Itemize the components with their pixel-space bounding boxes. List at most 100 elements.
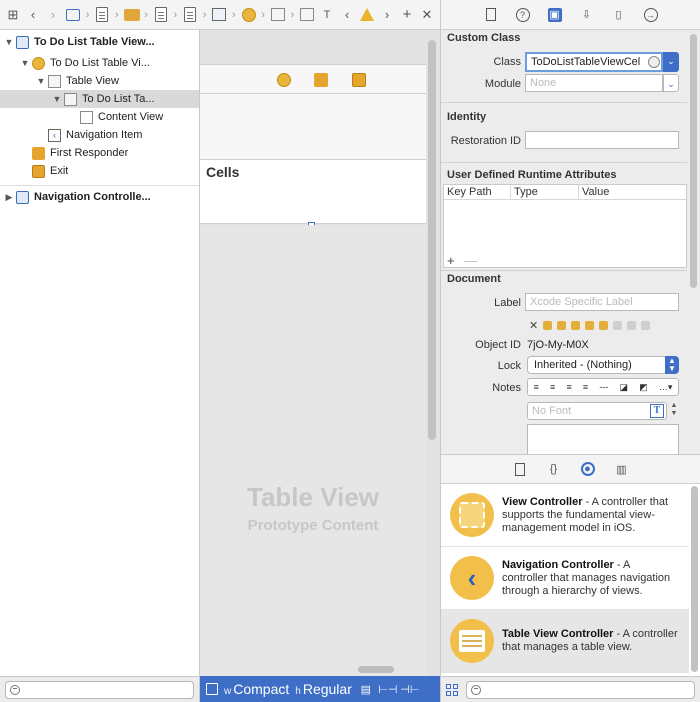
document-label-field[interactable]: Xcode Specific Label — [525, 293, 679, 311]
exit-icon[interactable] — [352, 73, 366, 87]
expand-box-icon[interactable]: ◩ — [639, 382, 648, 393]
size-inspector-icon[interactable]: ▯ — [612, 8, 626, 22]
forward-button[interactable]: › — [44, 4, 62, 26]
layout-icon[interactable] — [206, 683, 218, 695]
back-button-2[interactable]: ‹ — [338, 4, 356, 26]
inspector-scrollbar[interactable] — [690, 34, 697, 288]
font-field[interactable]: No Font T — [527, 402, 667, 420]
attributes-inspector-icon[interactable]: ⇩ — [580, 8, 594, 22]
related-items-icon[interactable]: ⊞ — [4, 4, 22, 26]
scene-icon[interactable] — [210, 4, 228, 26]
outline-item-navigation-item[interactable]: ‹ Navigation Item — [0, 126, 199, 144]
separator-icon[interactable]: --- — [599, 382, 608, 392]
warning-icon[interactable] — [358, 4, 376, 26]
udra-col-key-path[interactable]: Key Path — [444, 185, 511, 199]
first-responder-icon[interactable] — [314, 73, 328, 87]
library-item-table-view-controller[interactable]: Table View Controller - A controller tha… — [441, 610, 689, 673]
folder-icon[interactable] — [123, 4, 141, 26]
grid-view-icon[interactable] — [446, 683, 458, 696]
library-item-navigation-controller[interactable]: ‹ Navigation Controller - A controller t… — [441, 547, 689, 610]
restoration-id-field[interactable] — [525, 131, 679, 149]
color-swatch[interactable] — [599, 321, 609, 330]
align-right-icon[interactable]: ≡ — [566, 382, 571, 392]
outline-item-navigation-controller[interactable]: ▶ Navigation Controlle... — [0, 188, 199, 206]
color-swatch[interactable] — [641, 321, 651, 330]
color-swatch[interactable] — [543, 321, 553, 330]
resolve-icon[interactable]: ⊣⊢ — [400, 683, 419, 696]
object-library-icon[interactable]: ● — [580, 462, 595, 476]
outline-item-exit[interactable]: Exit — [0, 162, 199, 180]
pin-icon[interactable]: ⊢⊣ — [378, 683, 397, 696]
library-filter-input[interactable] — [466, 680, 695, 699]
udra-col-type[interactable]: Type — [511, 185, 579, 199]
outline-filter-input[interactable] — [5, 680, 194, 699]
color-swatch[interactable] — [557, 321, 567, 330]
stack-icon[interactable]: ▤ — [358, 683, 374, 696]
disclosure-triangle-icon[interactable]: ▼ — [52, 94, 62, 104]
back-button[interactable]: ‹ — [24, 4, 42, 26]
table-view-icon[interactable] — [269, 4, 287, 26]
view-controller-icon[interactable] — [277, 73, 291, 87]
connections-inspector-icon[interactable]: → — [643, 7, 658, 22]
outline-item-content-view[interactable]: Content View — [0, 108, 199, 126]
media-library-icon[interactable]: ▥ — [615, 462, 629, 476]
file-icon[interactable] — [93, 4, 111, 26]
file-icon[interactable] — [181, 4, 199, 26]
close-editor-icon[interactable]: ✕ — [418, 4, 436, 26]
class-dropdown-button[interactable]: ⌄ — [663, 52, 679, 72]
storyboard-canvas[interactable]: Cells Table View Prototype Content — [200, 30, 440, 676]
file-template-library-icon[interactable] — [513, 462, 527, 476]
class-navigate-icon[interactable] — [648, 56, 660, 68]
outline-item-table-cell[interactable]: ▼ To Do List Ta... — [0, 90, 199, 108]
disclosure-triangle-icon[interactable]: ▼ — [4, 37, 14, 47]
align-justify-icon[interactable]: ≡ — [583, 382, 588, 392]
outline-item-view-controller[interactable]: ▼ To Do List Table Vi... — [0, 54, 199, 72]
disclosure-triangle-icon[interactable]: ▼ — [20, 58, 30, 68]
clear-color-icon[interactable]: ✕ — [529, 319, 538, 332]
remove-attribute-button[interactable]: — — [464, 253, 477, 268]
outline-item-first-responder[interactable]: First Responder — [0, 144, 199, 162]
udra-table[interactable]: Key Path Type Value — [443, 184, 687, 268]
file-icon[interactable] — [152, 4, 170, 26]
add-attribute-button[interactable]: + — [447, 253, 455, 268]
project-icon[interactable] — [64, 4, 82, 26]
disclosure-triangle-icon[interactable]: ▼ — [36, 76, 46, 86]
align-center-icon[interactable]: ≡ — [550, 382, 555, 392]
outline-item-table-view[interactable]: ▼ Table View — [0, 72, 199, 90]
resize-box-icon[interactable]: ◪ — [620, 382, 629, 393]
lock-popup-arrow-icon[interactable]: ▲ ▼ — [665, 356, 679, 374]
height-size-class[interactable]: h Regular — [295, 681, 352, 697]
table-cell-icon[interactable] — [298, 4, 316, 26]
lock-popup[interactable]: Inherited - (Nothing) — [527, 356, 667, 374]
view-controller-icon[interactable] — [240, 4, 258, 26]
quick-help-icon[interactable]: ? — [515, 7, 530, 22]
udra-col-value[interactable]: Value — [579, 185, 686, 199]
outline-item-scene[interactable]: ▼ To Do List Table View... — [0, 33, 199, 51]
file-inspector-icon[interactable] — [484, 8, 498, 22]
color-swatch[interactable] — [613, 321, 623, 330]
align-left-icon[interactable]: ≡ — [534, 382, 539, 392]
class-field[interactable]: ToDoListTableViewCel — [525, 52, 663, 72]
font-size-stepper[interactable]: ▲ ▼ — [669, 402, 679, 420]
prototype-cells-section[interactable]: Cells — [200, 160, 426, 224]
color-swatch[interactable] — [627, 321, 637, 330]
width-size-class[interactable]: w Compact — [224, 681, 289, 697]
add-editor-icon[interactable]: + — [398, 4, 416, 26]
font-picker-button[interactable]: T — [650, 404, 664, 418]
disclosure-triangle-icon[interactable]: ▶ — [4, 192, 14, 203]
section-divider — [441, 270, 687, 271]
code-snippet-library-icon[interactable]: {} — [547, 462, 561, 476]
identity-inspector-icon[interactable]: ▣ — [547, 7, 562, 22]
module-field[interactable]: None — [525, 74, 663, 92]
canvas-horizontal-scrollbar[interactable] — [358, 666, 394, 673]
canvas-vertical-scrollbar[interactable] — [428, 40, 436, 440]
color-swatch[interactable] — [585, 321, 595, 330]
module-dropdown-button[interactable]: ⌄ — [663, 74, 679, 92]
library-item-view-controller[interactable]: View Controller - A controller that supp… — [441, 484, 689, 547]
text-icon[interactable]: T — [318, 4, 336, 26]
notes-text-area[interactable] — [527, 424, 679, 454]
more-options-icon[interactable]: …▾ — [659, 382, 673, 393]
color-swatch[interactable] — [571, 321, 581, 330]
forward-button-2[interactable]: › — [378, 4, 396, 26]
library-scrollbar[interactable] — [691, 486, 698, 672]
